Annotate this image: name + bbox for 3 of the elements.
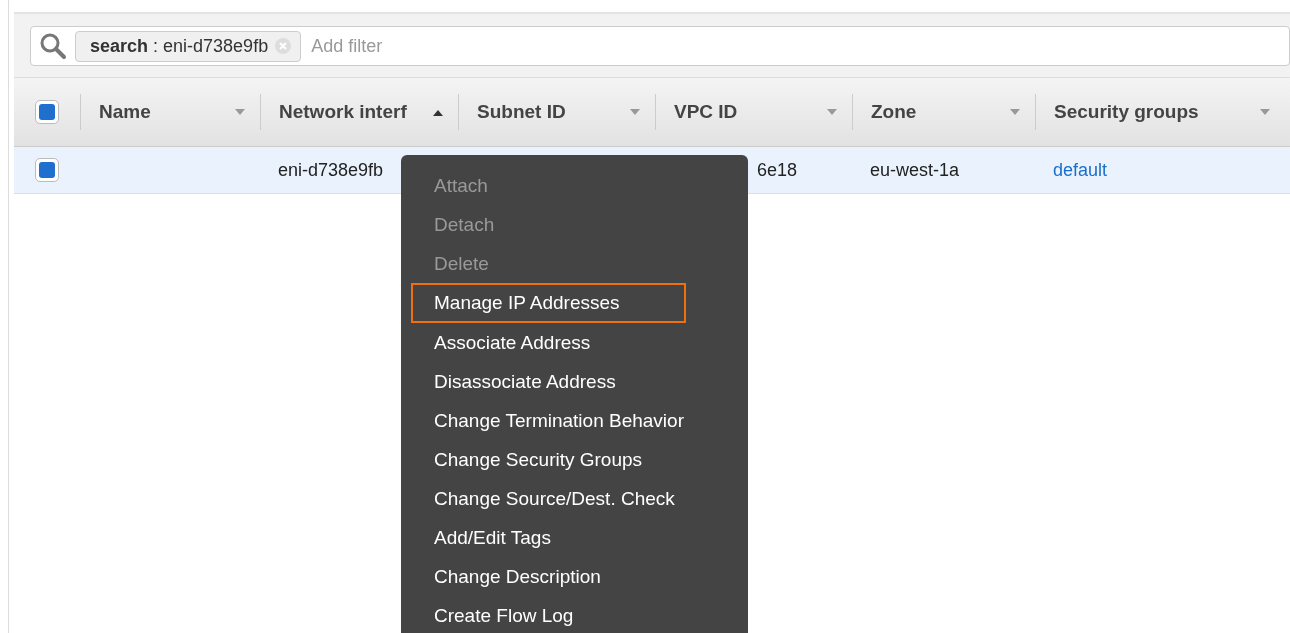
- table-cell: eu-west-1a: [870, 159, 960, 180]
- table-cell: 6e18: [757, 159, 798, 180]
- table-cell: eni-d738e9fb: [278, 159, 384, 180]
